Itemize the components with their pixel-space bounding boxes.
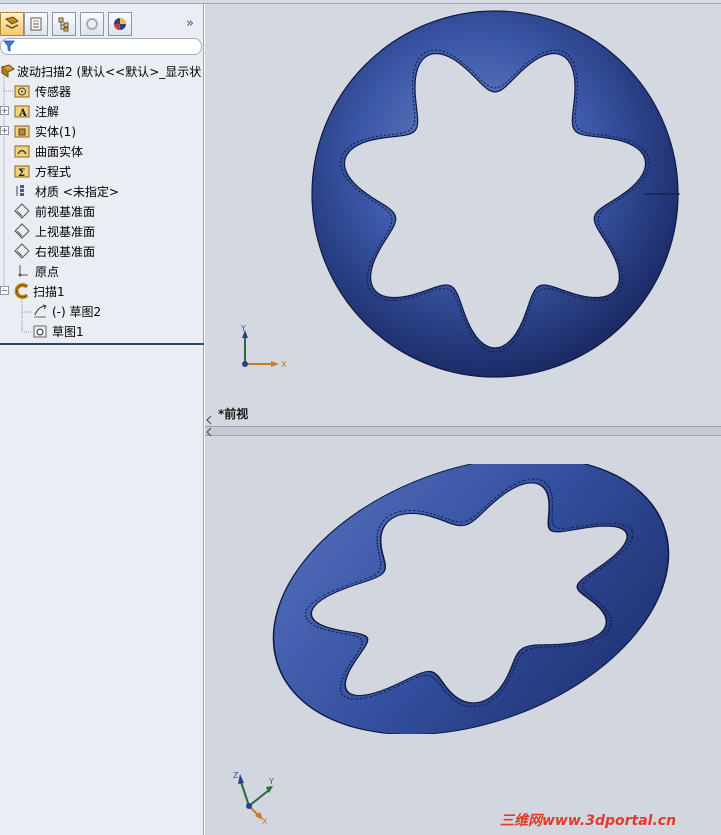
split-handle-icon[interactable] (205, 413, 213, 439)
graphics-area[interactable]: *前视 Y X Z Y X (205, 4, 721, 835)
triad-z-label: Z (233, 771, 239, 780)
triad-x-label: X (281, 360, 287, 369)
wavy-ring-isometric-view[interactable] (263, 464, 683, 734)
panel-divider[interactable] (0, 343, 204, 345)
tab-feature-manager[interactable] (0, 12, 24, 36)
triad-y-label: Y (240, 324, 246, 333)
dimxpert-icon (86, 18, 98, 30)
tab-configuration-manager[interactable] (52, 12, 76, 36)
triad-x-label: X (262, 817, 268, 826)
tree-connectors (3, 76, 32, 333)
feature-tree: 波动扫描2 (默认<<默认>_显示状 传感器 + A 注解 + 实体(1) 曲面… (0, 58, 204, 344)
feature-manager-icon (4, 16, 19, 29)
tab-display-manager[interactable] (108, 12, 132, 36)
wavy-ring-front-view[interactable] (305, 10, 685, 390)
property-manager-icon (30, 17, 42, 31)
tab-dimxpert-manager[interactable] (80, 12, 104, 36)
coordinate-triad-top: Y X (240, 324, 287, 369)
view-name-label: *前视 (218, 407, 249, 421)
display-manager-icon (114, 18, 126, 30)
tree-filter-input[interactable] (0, 38, 202, 55)
triad-y-label: Y (268, 777, 274, 786)
coordinate-triad-bottom: Z Y X (233, 771, 274, 826)
feature-manager-panel: » 波动扫描2 (默认<<默认>_显示状 传感器 + A 注解 + 实体(1) … (0, 4, 204, 835)
tabs-overflow-icon[interactable]: » (186, 16, 194, 31)
watermark-text: 三维网www.3dportal.cn (500, 813, 677, 829)
configuration-manager-icon (58, 17, 69, 32)
viewport-split-bar[interactable] (205, 426, 721, 436)
panel-tabs: » (0, 12, 204, 38)
tab-property-manager[interactable] (24, 12, 48, 36)
filter-icon (3, 40, 15, 52)
